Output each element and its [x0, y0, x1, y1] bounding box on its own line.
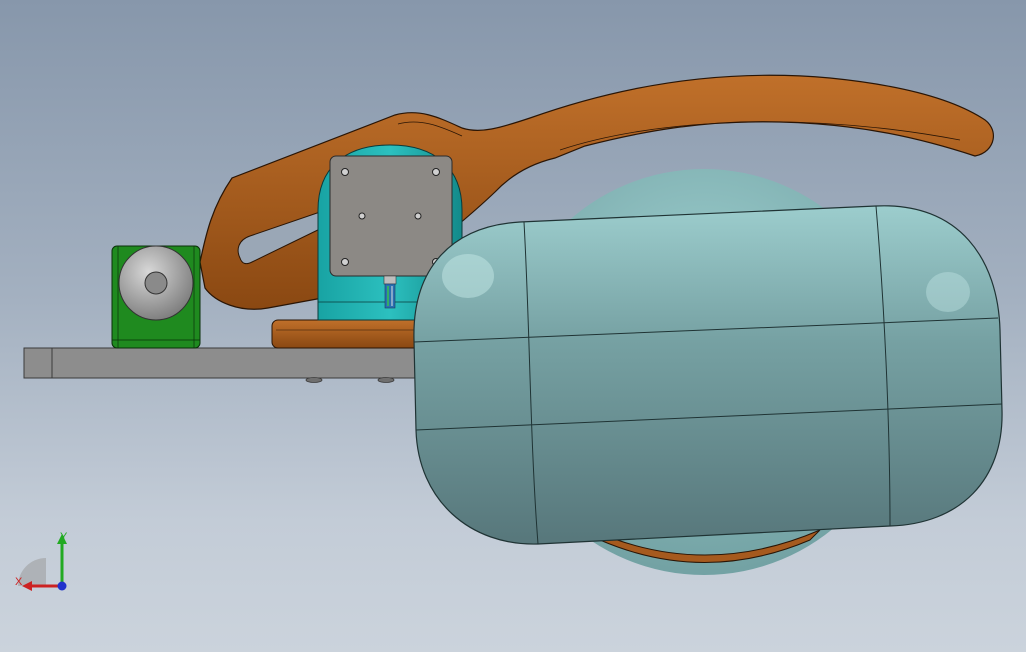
- wooden-pad[interactable]: [271, 319, 433, 349]
- model-scene[interactable]: [0, 0, 1026, 652]
- base-plate[interactable]: [23, 347, 445, 383]
- knob[interactable]: [118, 245, 194, 321]
- y-axis-label: Y: [60, 531, 68, 543]
- axis-triad-graphic: [18, 534, 67, 591]
- x-axis-label: X: [15, 576, 23, 588]
- axis-triad: Y X: [12, 528, 82, 600]
- z-axis-dot-icon: [57, 581, 67, 591]
- cad-viewport[interactable]: Y X: [0, 0, 1026, 652]
- capsule-body[interactable]: [413, 205, 1003, 545]
